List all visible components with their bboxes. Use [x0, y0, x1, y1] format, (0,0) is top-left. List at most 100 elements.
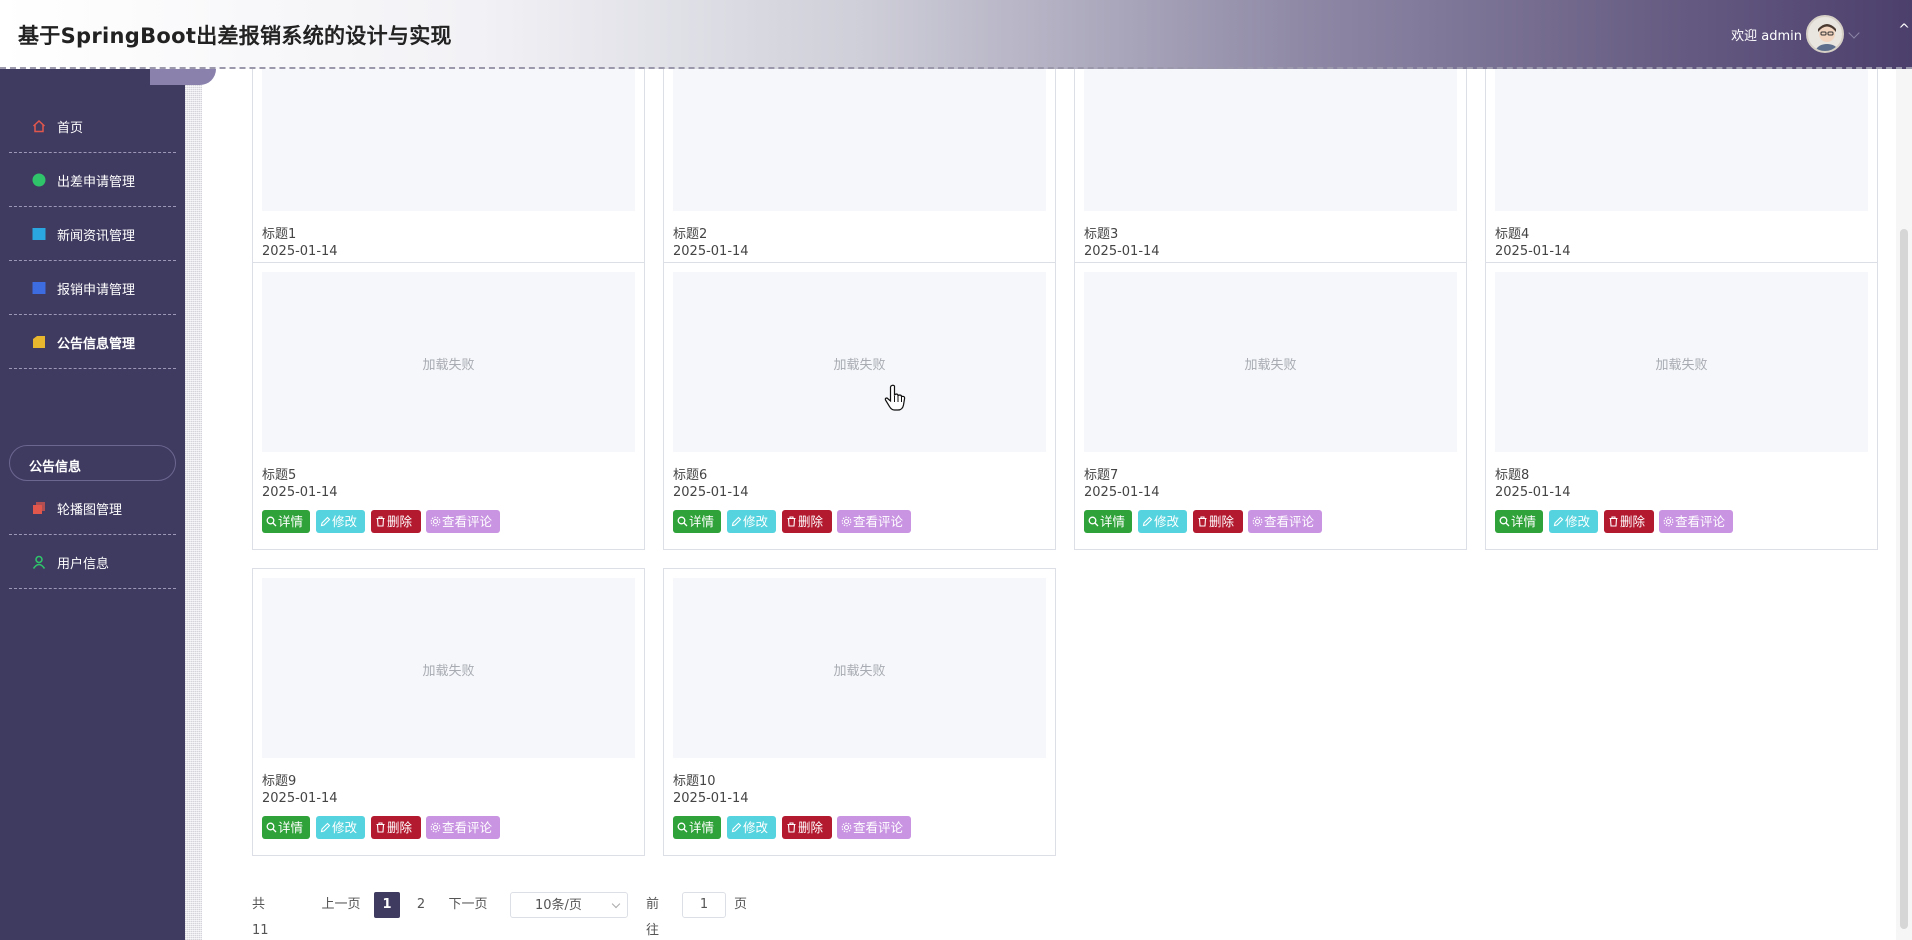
hand-cursor-icon — [884, 384, 906, 411]
gear-icon — [841, 822, 852, 833]
card-date: 2025-01-14 — [262, 244, 338, 259]
news-card: 加载失败 标题7 2025-01-14 详情 修改 删除 查看评论 — [1074, 262, 1467, 550]
edit-button[interactable]: 修改 — [727, 816, 776, 839]
trash-icon — [1198, 516, 1207, 527]
delete-button[interactable]: 删除 — [1604, 510, 1654, 533]
sidebar-item-trip-applications[interactable]: 出差申请管理 — [9, 153, 176, 207]
sidebar-item-label: 公告信息管理 — [57, 337, 136, 352]
search-icon — [266, 822, 277, 833]
edit-button[interactable]: 修改 — [1138, 510, 1187, 533]
search-icon — [1088, 516, 1099, 527]
chevron-down-icon — [611, 899, 621, 909]
gear-icon — [430, 516, 441, 527]
sidebar: 首页 出差申请管理 新闻资讯管理 报销申请管理 公告信息管理 公告信息 轮播图管… — [0, 69, 185, 940]
sidebar-scrollbar[interactable] — [185, 69, 202, 940]
user-menu-chevron-icon[interactable] — [1848, 27, 1860, 39]
welcome-text: 欢迎 admin — [1731, 29, 1802, 44]
sidebar-item-label: 用户信息 — [57, 557, 110, 572]
card-title: 标题1 — [262, 227, 297, 242]
image-status: 加载失败 — [422, 664, 475, 679]
card-image[interactable]: 加载失败 — [1084, 272, 1457, 452]
detail-button[interactable]: 详情 — [262, 816, 310, 839]
view-comments-button[interactable]: 查看评论 — [426, 816, 500, 839]
trash-icon — [1609, 516, 1618, 527]
card-image[interactable]: 加载失败 — [673, 272, 1046, 452]
sidebar-item-label: 首页 — [57, 121, 84, 136]
avatar-face-icon — [1815, 24, 1839, 51]
top-header: 基于SpringBoot出差报销系统的设计与实现 欢迎 admin ^ — [0, 0, 1912, 69]
delete-button[interactable]: 删除 — [371, 510, 421, 533]
sidebar-subitem-announcements[interactable]: 公告信息 — [9, 445, 176, 481]
image-status: 加载失败 — [833, 358, 886, 373]
card-image[interactable]: 加载失败 — [262, 272, 635, 452]
card-image[interactable] — [1495, 69, 1868, 211]
news-card: 加载失败 标题5 2025-01-14 详情 修改 删除 查看评论 — [252, 262, 645, 550]
edit-button[interactable]: 修改 — [1549, 510, 1598, 533]
trash-icon — [787, 822, 796, 833]
goto-page-input[interactable] — [682, 892, 726, 918]
sidebar-item-users[interactable]: 用户信息 — [9, 535, 176, 589]
reimbursement-square-icon — [32, 282, 46, 294]
sidebar-item-news[interactable]: 新闻资讯管理 — [9, 207, 176, 261]
card-image[interactable] — [262, 69, 635, 211]
sidebar-item-reimbursement[interactable]: 报销申请管理 — [9, 261, 176, 315]
delete-button[interactable]: 删除 — [782, 816, 832, 839]
edit-button[interactable]: 修改 — [316, 510, 365, 533]
image-status: 加载失败 — [1655, 358, 1708, 373]
detail-button[interactable]: 详情 — [673, 816, 721, 839]
search-icon — [1499, 516, 1510, 527]
page-1-button[interactable]: 1 — [374, 892, 400, 918]
page-size-value: 10条/页 — [535, 898, 582, 913]
folder-icon — [33, 336, 45, 348]
avatar[interactable] — [1806, 15, 1844, 53]
card-date: 2025-01-14 — [1495, 485, 1571, 500]
sidebar-item-home[interactable]: 首页 — [9, 99, 176, 153]
card-date: 2025-01-14 — [673, 244, 749, 259]
page-2-button[interactable]: 2 — [408, 892, 434, 918]
page-suffix-label: 页 — [734, 897, 748, 912]
edit-button[interactable]: 修改 — [727, 510, 776, 533]
sidebar-subitem-label: 公告信息 — [29, 460, 82, 475]
view-comments-button[interactable]: 查看评论 — [426, 510, 500, 533]
delete-button[interactable]: 删除 — [1193, 510, 1243, 533]
app-title: 基于SpringBoot出差报销系统的设计与实现 — [18, 24, 452, 48]
view-comments-button[interactable]: 查看评论 — [1659, 510, 1733, 533]
sidebar-collapse-tab[interactable] — [150, 69, 216, 85]
card-image[interactable] — [1084, 69, 1457, 211]
edit-button[interactable]: 修改 — [316, 816, 365, 839]
card-date: 2025-01-14 — [262, 485, 338, 500]
image-status: 加载失败 — [833, 664, 886, 679]
card-date: 2025-01-14 — [1495, 244, 1571, 259]
pencil-icon — [320, 822, 331, 833]
sidebar-item-label: 新闻资讯管理 — [57, 229, 136, 244]
pencil-icon — [731, 822, 742, 833]
user-icon — [32, 555, 46, 569]
view-comments-button[interactable]: 查看评论 — [1248, 510, 1322, 533]
card-title: 标题2 — [673, 227, 708, 242]
card-image[interactable]: 加载失败 — [262, 578, 635, 758]
gear-icon — [1252, 516, 1263, 527]
delete-button[interactable]: 删除 — [782, 510, 832, 533]
detail-button[interactable]: 详情 — [1495, 510, 1543, 533]
page-size-select[interactable]: 10条/页 — [510, 892, 628, 918]
view-comments-button[interactable]: 查看评论 — [837, 816, 911, 839]
gear-icon — [430, 822, 441, 833]
circle-icon — [32, 173, 46, 187]
detail-button[interactable]: 详情 — [262, 510, 310, 533]
card-image[interactable]: 加载失败 — [1495, 272, 1868, 452]
scrollbar-thumb[interactable] — [1900, 229, 1908, 929]
card-image[interactable]: 加载失败 — [673, 578, 1046, 758]
sidebar-item-carousel[interactable]: 轮播图管理 — [9, 481, 176, 535]
detail-button[interactable]: 详情 — [673, 510, 721, 533]
delete-button[interactable]: 删除 — [371, 816, 421, 839]
card-title: 标题7 — [1084, 468, 1119, 483]
sidebar-item-announcements[interactable]: 公告信息管理 — [9, 315, 176, 369]
detail-button[interactable]: 详情 — [1084, 510, 1132, 533]
prev-page-button[interactable]: 上一页 — [319, 892, 363, 918]
card-image[interactable] — [673, 69, 1046, 211]
page-scrollbar[interactable] — [1896, 69, 1912, 940]
view-comments-button[interactable]: 查看评论 — [837, 510, 911, 533]
trash-icon — [376, 516, 385, 527]
next-page-button[interactable]: 下一页 — [446, 892, 490, 918]
card-title: 标题4 — [1495, 227, 1530, 242]
